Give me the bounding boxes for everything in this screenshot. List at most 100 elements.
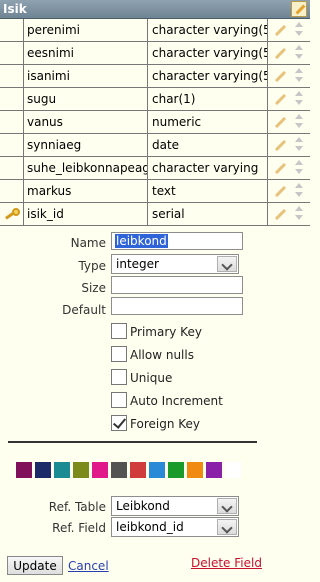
auto-increment-box[interactable] (111, 392, 127, 408)
column-row[interactable]: perenimicharacter varying(50) (0, 19, 310, 42)
name-input-selection: leibkond (115, 234, 168, 248)
foreign-key-box[interactable] (111, 415, 127, 431)
color-swatch[interactable] (206, 462, 222, 478)
color-swatch[interactable] (149, 462, 165, 478)
ref-table-value: Leibkond (116, 499, 170, 513)
type-select[interactable]: integer (111, 254, 239, 274)
row-actions (268, 203, 310, 225)
reorder-icon[interactable] (294, 114, 304, 130)
key-cell (0, 42, 24, 64)
reorder-icon[interactable] (294, 68, 304, 84)
pencil-icon[interactable] (274, 208, 286, 220)
divider (8, 441, 257, 443)
column-row[interactable]: isanimicharacter varying(50) (0, 65, 310, 88)
arrow-down-icon[interactable] (295, 123, 303, 128)
arrow-down-icon[interactable] (295, 215, 303, 220)
column-name: vanus (24, 111, 148, 133)
key-cell (0, 134, 24, 156)
edit-table-icon[interactable] (291, 1, 307, 17)
delete-field-link[interactable]: Delete Field (191, 556, 262, 570)
allow-nulls-box[interactable] (111, 346, 127, 362)
chevron-down-icon (217, 498, 237, 514)
reorder-icon[interactable] (294, 160, 304, 176)
color-swatch[interactable] (54, 462, 70, 478)
arrow-up-icon[interactable] (295, 114, 303, 119)
column-type: character varying(50) (148, 42, 268, 64)
size-input[interactable] (111, 276, 243, 294)
color-swatch[interactable] (16, 462, 32, 478)
arrow-up-icon[interactable] (295, 45, 303, 50)
arrow-down-icon[interactable] (295, 31, 303, 36)
pencil-icon[interactable] (274, 162, 286, 174)
color-swatch[interactable] (187, 462, 203, 478)
chevron-down-icon (217, 519, 237, 535)
pencil-icon[interactable] (274, 185, 286, 197)
arrow-up-icon[interactable] (295, 206, 303, 211)
pencil-icon[interactable] (274, 139, 286, 151)
table-title: Isik (3, 2, 27, 16)
column-type: serial (148, 203, 268, 225)
update-button[interactable]: Update (7, 556, 63, 575)
column-row[interactable]: synniaeg date (0, 134, 310, 157)
column-row[interactable]: eesnimicharacter varying(50) (0, 42, 310, 65)
reorder-icon[interactable] (294, 137, 304, 153)
ref-field-label: Ref. Field (52, 521, 106, 535)
ref-table-label: Ref. Table (48, 500, 106, 514)
ref-table-select[interactable]: Leibkond (111, 496, 239, 516)
arrow-up-icon[interactable] (295, 22, 303, 27)
field-editor: Name leibkond Type integer Size Default … (0, 226, 310, 582)
column-name: synniaeg (24, 134, 148, 156)
color-swatch[interactable] (225, 462, 241, 478)
default-input[interactable] (111, 297, 243, 315)
column-name: markus (24, 180, 148, 202)
arrow-up-icon[interactable] (295, 91, 303, 96)
pencil-icon[interactable] (274, 116, 286, 128)
pencil-icon[interactable] (274, 24, 286, 36)
column-row[interactable]: vanus numeric (0, 111, 310, 134)
reorder-icon[interactable] (294, 183, 304, 199)
arrow-down-icon[interactable] (295, 54, 303, 59)
name-input[interactable]: leibkond (111, 232, 243, 250)
arrow-up-icon[interactable] (295, 68, 303, 73)
arrow-down-icon[interactable] (295, 77, 303, 82)
arrow-down-icon[interactable] (295, 192, 303, 197)
column-row[interactable]: markus text (0, 180, 310, 203)
reorder-icon[interactable] (294, 45, 304, 61)
cancel-link[interactable]: Cancel (68, 559, 109, 573)
arrow-down-icon[interactable] (295, 169, 303, 174)
column-row[interactable]: isik_id serial (0, 203, 310, 226)
color-swatch[interactable] (92, 462, 108, 478)
color-swatch[interactable] (35, 462, 51, 478)
arrow-down-icon[interactable] (295, 146, 303, 151)
column-type: numeric (148, 111, 268, 133)
reorder-icon[interactable] (294, 22, 304, 38)
key-cell (0, 157, 24, 179)
column-name: isik_id (24, 203, 148, 225)
color-swatch[interactable] (130, 462, 146, 478)
auto-increment-label: Auto Increment (130, 394, 223, 408)
ref-field-select[interactable]: leibkond_id (111, 517, 239, 537)
size-label: Size (81, 281, 106, 295)
column-type: character varying(50) (148, 19, 268, 41)
primary-key-box[interactable] (111, 323, 127, 339)
key-cell (0, 19, 24, 41)
arrow-up-icon[interactable] (295, 160, 303, 165)
arrow-up-icon[interactable] (295, 137, 303, 142)
column-list: perenimicharacter varying(50)eesnimichar… (0, 19, 310, 226)
default-label: Default (62, 303, 106, 317)
reorder-icon[interactable] (294, 91, 304, 107)
arrow-up-icon[interactable] (295, 183, 303, 188)
color-swatch[interactable] (168, 462, 184, 478)
pencil-icon[interactable] (274, 47, 286, 59)
column-row[interactable]: sugu char(1) (0, 88, 310, 111)
pencil-icon[interactable] (274, 93, 286, 105)
reorder-icon[interactable] (294, 206, 304, 222)
column-type: character varying(50) (148, 65, 268, 87)
arrow-down-icon[interactable] (295, 100, 303, 105)
column-row[interactable]: suhe_leibkonnapeaga character varying (0, 157, 310, 180)
type-select-value: integer (116, 257, 159, 271)
pencil-icon[interactable] (274, 70, 286, 82)
color-swatch[interactable] (73, 462, 89, 478)
unique-box[interactable] (111, 369, 127, 385)
color-swatch[interactable] (111, 462, 127, 478)
